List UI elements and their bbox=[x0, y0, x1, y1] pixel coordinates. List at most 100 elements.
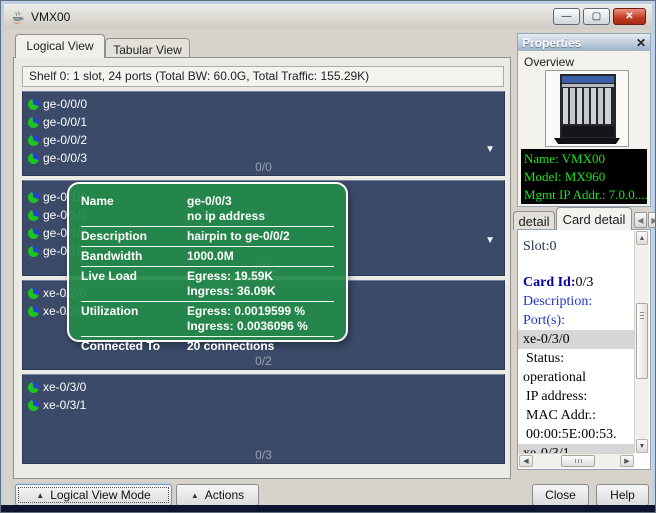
scroll-down-button[interactable]: ▼ bbox=[636, 439, 648, 453]
thumb-grip bbox=[640, 312, 644, 320]
titlebar[interactable]: VMX00 — ▢ ✕ bbox=[4, 4, 652, 29]
logical-view-panel: Shelf 0: 1 slot, 24 ports (Total BW: 60.… bbox=[13, 57, 511, 479]
tooltip-row: Live Load Egress: 19.59KIngress: 36.09K bbox=[81, 267, 334, 302]
port-label: xe-0/3/1 bbox=[43, 398, 86, 412]
port-status-icon bbox=[28, 288, 39, 299]
minimize-button[interactable]: — bbox=[553, 8, 580, 25]
close-button[interactable]: Close bbox=[532, 484, 589, 506]
chevron-left-icon: ◀ bbox=[637, 216, 643, 225]
status-value: operational bbox=[518, 368, 634, 387]
spacer bbox=[518, 256, 634, 273]
maximize-icon: ▢ bbox=[592, 11, 601, 22]
window-title: VMX00 bbox=[31, 10, 550, 24]
scroll-right-button[interactable]: ▶ bbox=[620, 455, 634, 467]
tooltip-row: Name ge-0/0/3no ip address bbox=[81, 192, 334, 227]
maximize-button[interactable]: ▢ bbox=[583, 8, 610, 25]
tab-scroll-right-button[interactable]: ▶ bbox=[648, 212, 656, 228]
tooltip-value: 20 connections bbox=[187, 339, 274, 354]
slot-line: Slot:0 bbox=[518, 237, 634, 256]
mac-address-value: 00:00:5E:00:53. bbox=[518, 425, 634, 444]
horizontal-scrollbar-thumb[interactable] bbox=[561, 455, 595, 467]
device-name-line: Name: VMX00 bbox=[524, 150, 644, 168]
port-row[interactable]: ge-0/0/0 bbox=[23, 95, 504, 113]
card-id-line: Card Id:0/3 bbox=[518, 273, 634, 292]
port-status-icon bbox=[28, 382, 39, 393]
overview-label: Overview bbox=[524, 55, 574, 69]
tooltip-value: hairpin to ge-0/0/2 bbox=[187, 229, 290, 244]
tab-scroll-left-button[interactable]: ◀ bbox=[634, 212, 647, 228]
port-status-icon bbox=[28, 192, 39, 203]
device-summary: Name: VMX00 Model: MX960 Mgmt IP Addr.: … bbox=[521, 149, 647, 204]
port-row[interactable]: xe-0/3/0 bbox=[23, 378, 504, 396]
content-area: Logical View Tabular View Shelf 0: 1 slo… bbox=[4, 29, 652, 505]
chevron-down-icon[interactable]: ▼ bbox=[485, 235, 495, 246]
app-window: VMX00 — ▢ ✕ Logical View Tabular View Sh… bbox=[0, 0, 656, 513]
card-panel-0-0[interactable]: ge-0/0/0 ge-0/0/1 ge-0/0/2 ge-0/0/3 ▼ 0/… bbox=[22, 91, 505, 176]
tooltip-field-label: Description bbox=[81, 229, 187, 244]
actions-button[interactable]: ▲ Actions bbox=[176, 484, 259, 506]
device-model-line: Model: MX960 bbox=[524, 168, 644, 186]
port-status-icon bbox=[28, 228, 39, 239]
mac-address-label: MAC Addr.: bbox=[518, 406, 634, 425]
chevron-down-icon[interactable]: ▼ bbox=[485, 144, 495, 155]
scroll-left-icon: ◀ bbox=[523, 457, 528, 465]
tooltip-value: ge-0/0/3 bbox=[187, 194, 265, 209]
scroll-up-icon: ▲ bbox=[639, 235, 646, 242]
tab-shelf-detail[interactable]: detail bbox=[513, 211, 555, 230]
actions-label: Actions bbox=[205, 488, 244, 502]
vertical-scrollbar-thumb[interactable] bbox=[636, 303, 648, 379]
chevron-right-icon: ▶ bbox=[651, 216, 656, 225]
tooltip-field-label: Live Load bbox=[81, 269, 187, 299]
port-entry[interactable]: xe-0/3/1 bbox=[518, 444, 634, 453]
description-label: Description: bbox=[518, 292, 634, 311]
tooltip-field-label: Connected To bbox=[81, 339, 187, 354]
port-label: ge-0/0/0 bbox=[43, 97, 87, 111]
port-label: ge-0/0/2 bbox=[43, 133, 87, 147]
tab-logical-view[interactable]: Logical View bbox=[15, 34, 105, 58]
scroll-left-button[interactable]: ◀ bbox=[519, 455, 533, 467]
port-status-icon bbox=[28, 246, 39, 257]
tooltip-row: Bandwidth 1000.0M bbox=[81, 247, 334, 267]
tooltip-field-label: Utilization bbox=[81, 304, 187, 334]
port-entry-selected[interactable]: xe-0/3/0 bbox=[518, 330, 634, 349]
port-row[interactable]: xe-0/3/1 bbox=[23, 396, 504, 414]
port-status-icon bbox=[28, 117, 39, 128]
tooltip-value: Egress: 19.59K bbox=[187, 269, 276, 284]
help-button[interactable]: Help bbox=[596, 484, 649, 506]
scroll-right-icon: ▶ bbox=[624, 457, 629, 465]
scroll-down-icon: ▼ bbox=[639, 443, 646, 450]
window-bottom-edge bbox=[1, 505, 655, 512]
java-app-icon bbox=[10, 9, 25, 24]
vertical-scrollbar[interactable]: ▲ ▼ bbox=[634, 231, 649, 453]
horizontal-scrollbar[interactable]: ◀ ▶ bbox=[519, 453, 634, 468]
tab-card-detail[interactable]: Card detail bbox=[556, 207, 632, 230]
port-row[interactable]: ge-0/0/1 bbox=[23, 113, 504, 131]
tooltip-row: Connected To 20 connections bbox=[81, 337, 334, 356]
close-window-button[interactable]: ✕ bbox=[613, 8, 646, 25]
card-panel-0-3[interactable]: xe-0/3/0 xe-0/3/1 0/3 bbox=[22, 374, 505, 464]
port-status-icon bbox=[28, 400, 39, 411]
minimize-icon: — bbox=[562, 11, 572, 22]
port-tooltip: Name ge-0/0/3no ip address Description h… bbox=[67, 182, 348, 342]
tooltip-field-label: Bandwidth bbox=[81, 249, 187, 264]
tooltip-value: Ingress: 36.09K bbox=[187, 284, 276, 299]
close-icon: ✕ bbox=[625, 11, 633, 22]
panel-label: 0/3 bbox=[23, 448, 504, 462]
tooltip-field-label: Name bbox=[81, 194, 187, 224]
tooltip-value: Ingress: 0.0036096 % bbox=[187, 319, 308, 334]
logical-view-mode-button[interactable]: ▲ Logical View Mode bbox=[15, 484, 172, 506]
device-mgmt-ip-line: Mgmt IP Addr.: 7.0.0.... bbox=[524, 186, 644, 204]
port-row[interactable]: ge-0/0/2 bbox=[23, 131, 504, 149]
tooltip-value: no ip address bbox=[187, 209, 265, 224]
chevron-up-icon: ▲ bbox=[36, 491, 44, 500]
scroll-up-button[interactable]: ▲ bbox=[636, 231, 648, 245]
ip-address-label: IP address: bbox=[518, 387, 634, 406]
close-panel-icon[interactable]: ✕ bbox=[636, 36, 646, 50]
panel-label: 0/2 bbox=[23, 354, 504, 368]
properties-panel: Properties ✕ Overview bbox=[517, 33, 651, 207]
card-id-value: 0/3 bbox=[576, 275, 594, 290]
card-detail-panel: Slot:0 Card Id:0/3 Description: Port(s):… bbox=[517, 229, 651, 470]
chevron-up-icon: ▲ bbox=[191, 491, 199, 500]
card-id-label: Card Id: bbox=[523, 275, 576, 290]
tab-tabular-view[interactable]: Tabular View bbox=[105, 38, 190, 58]
